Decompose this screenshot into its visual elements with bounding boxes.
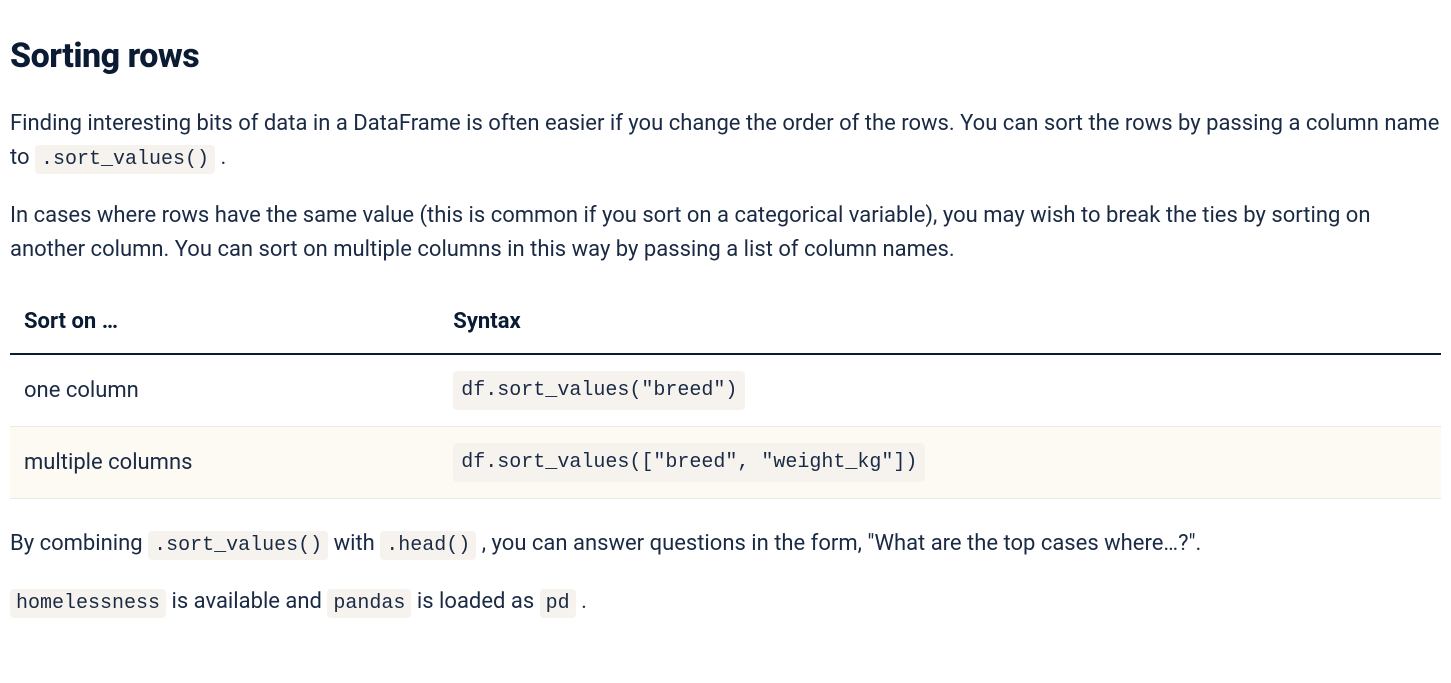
table-cell-sort-on: multiple columns xyxy=(10,427,439,499)
code-sort-values: .sort_values() xyxy=(35,145,215,174)
text-fragment: By combining xyxy=(10,531,148,556)
table-row: multiple columns df.sort_values(["breed"… xyxy=(10,427,1441,499)
text-fragment: , you can answer questions in the form, … xyxy=(482,531,1202,556)
text-fragment: . xyxy=(581,589,587,614)
text-fragment: is loaded as xyxy=(417,589,540,614)
code-syntax: df.sort_values("breed") xyxy=(453,371,745,410)
intro-paragraph-1: Finding interesting bits of data in a Da… xyxy=(10,107,1441,175)
text-fragment: is available and xyxy=(172,589,328,614)
code-head: .head() xyxy=(380,531,476,560)
code-syntax: df.sort_values(["breed", "weight_kg"]) xyxy=(453,443,925,482)
code-homelessness: homelessness xyxy=(10,589,166,618)
page-title: Sorting rows xyxy=(10,30,1441,83)
table-cell-sort-on: one column xyxy=(10,354,439,427)
syntax-table: Sort on … Syntax one column df.sort_valu… xyxy=(10,291,1441,499)
text-fragment: . xyxy=(221,145,227,170)
context-paragraph: homelessness is available and pandas is … xyxy=(10,585,1441,619)
intro-paragraph-2: In cases where rows have the same value … xyxy=(10,199,1441,267)
code-sort-values: .sort_values() xyxy=(148,531,328,560)
table-header-sort-on: Sort on … xyxy=(10,291,439,354)
text-fragment: with xyxy=(334,531,381,556)
table-header-row: Sort on … Syntax xyxy=(10,291,1441,354)
table-cell-syntax: df.sort_values("breed") xyxy=(439,354,1441,427)
table-header-syntax: Syntax xyxy=(439,291,1441,354)
combining-paragraph: By combining .sort_values() with .head()… xyxy=(10,527,1441,561)
code-pandas: pandas xyxy=(327,589,411,618)
table-cell-syntax: df.sort_values(["breed", "weight_kg"]) xyxy=(439,427,1441,499)
code-pd: pd xyxy=(540,589,576,618)
table-row: one column df.sort_values("breed") xyxy=(10,354,1441,427)
